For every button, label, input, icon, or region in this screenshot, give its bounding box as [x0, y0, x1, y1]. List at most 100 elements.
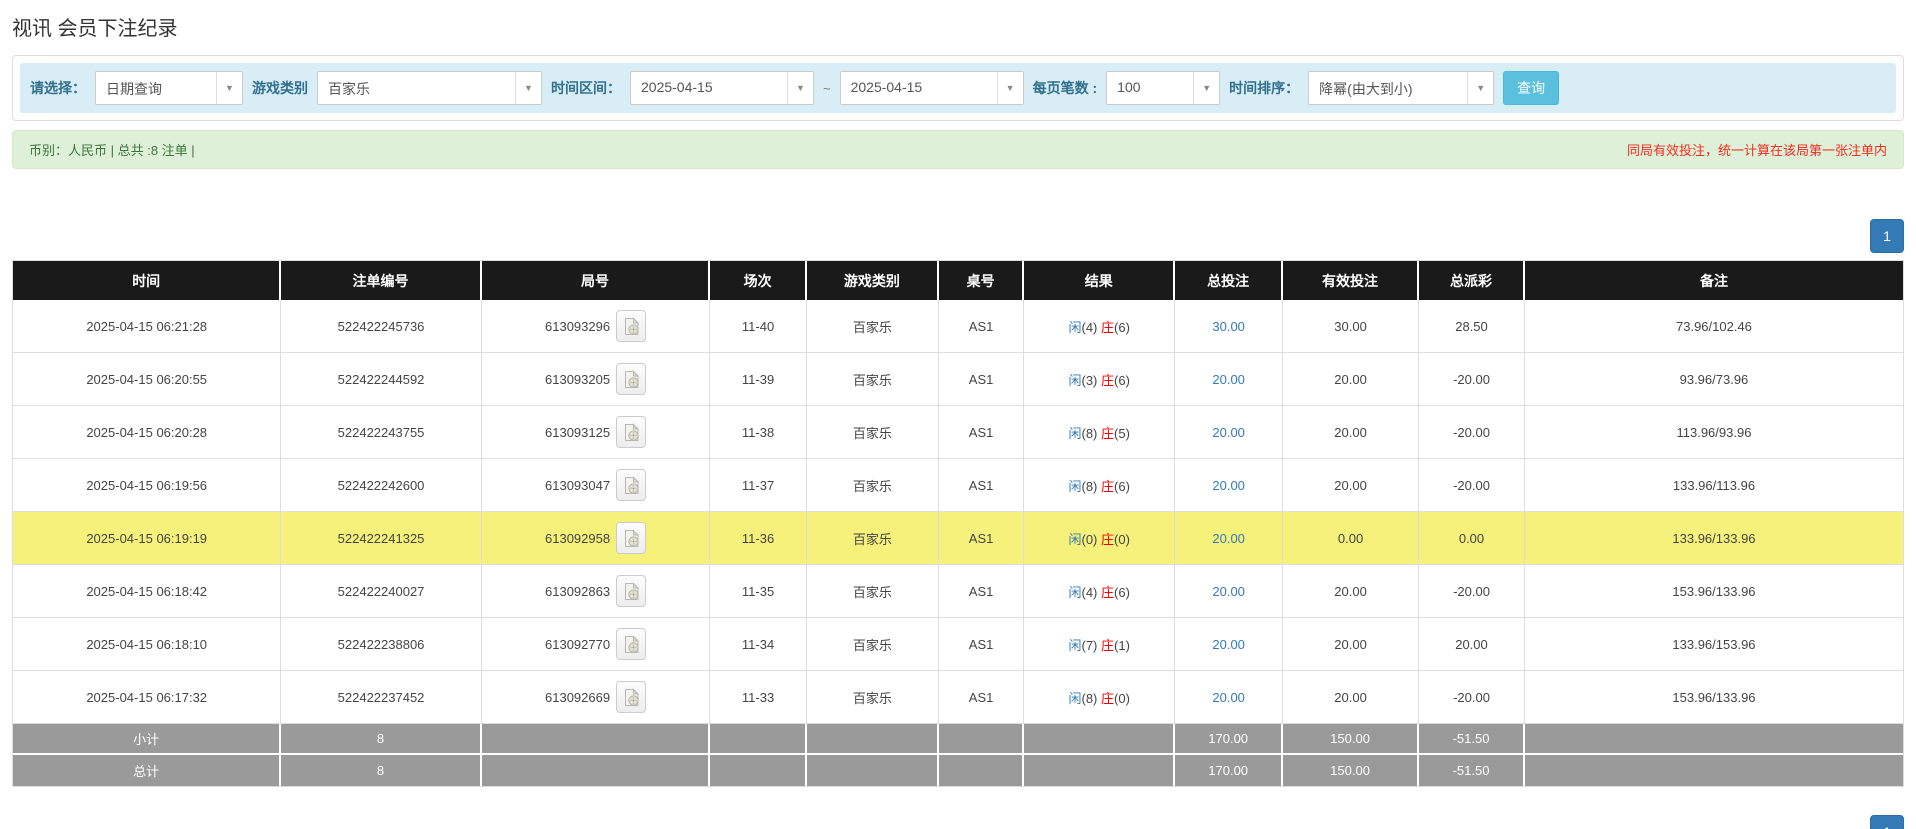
- cell-table-no: AS1: [939, 406, 1024, 459]
- cell-payout: -20.00: [1419, 565, 1525, 618]
- cell-total-bet: 20.00: [1175, 512, 1283, 565]
- cell-bet-id: 522422240027: [281, 565, 481, 618]
- footer-empty-result: [1024, 755, 1175, 786]
- cell-result: 闲(8) 庄(5): [1024, 406, 1175, 459]
- cell-table-no: AS1: [939, 459, 1024, 512]
- cell-game: 百家乐: [807, 512, 939, 565]
- cell-game: 百家乐: [807, 459, 939, 512]
- chevron-down-icon[interactable]: ▼: [997, 72, 1023, 104]
- time-range-label: 时间区间：: [551, 78, 621, 98]
- video-file-icon: [623, 476, 640, 495]
- cell-remark: 153.96/133.96: [1525, 671, 1903, 724]
- sort-order-select[interactable]: 降幂(由大到小) ▼: [1308, 71, 1494, 105]
- cell-result: 闲(4) 庄(6): [1024, 300, 1175, 353]
- round-id-text: 613092863: [545, 584, 610, 599]
- video-file-icon: [623, 370, 640, 389]
- cell-time: 2025-04-15 06:20:55: [13, 353, 281, 406]
- cell-game: 百家乐: [807, 565, 939, 618]
- footer-payout: -51.50: [1419, 755, 1525, 786]
- total-bet-link[interactable]: 20.00: [1212, 478, 1245, 493]
- footer-label: 小计: [13, 724, 281, 755]
- page-1-button[interactable]: 1: [1870, 219, 1904, 253]
- page-1-button-bottom[interactable]: 1: [1870, 815, 1904, 829]
- round-id-text: 613093296: [545, 319, 610, 334]
- total-bet-link[interactable]: 20.00: [1212, 690, 1245, 705]
- total-bet-link[interactable]: 20.00: [1212, 425, 1245, 440]
- cell-result: 闲(7) 庄(1): [1024, 618, 1175, 671]
- column-header: 游戏类别: [807, 261, 939, 300]
- sort-order-value: 降幂(由大到小): [1309, 72, 1467, 104]
- footer-empty-table: [939, 755, 1024, 786]
- video-replay-button[interactable]: [616, 469, 646, 501]
- footer-empty-game: [807, 724, 939, 755]
- cell-bet-id: 522422245736: [281, 300, 481, 353]
- cell-game: 百家乐: [807, 353, 939, 406]
- query-type-select[interactable]: 日期查询 ▼: [95, 71, 243, 105]
- cell-round-id: 613093296: [482, 300, 711, 353]
- cell-session: 11-39: [710, 353, 806, 406]
- result-banker-score: (5): [1114, 426, 1130, 441]
- total-bet-link[interactable]: 20.00: [1212, 584, 1245, 599]
- cell-total-bet: 20.00: [1175, 353, 1283, 406]
- total-bet-link[interactable]: 20.00: [1212, 637, 1245, 652]
- date-from-select[interactable]: 2025-04-15 ▼: [630, 71, 814, 105]
- round-id-group: 613092669: [545, 681, 646, 713]
- cell-remark: 73.96/102.46: [1525, 300, 1903, 353]
- cell-remark: 113.96/93.96: [1525, 406, 1903, 459]
- footer-empty-remark: [1525, 724, 1903, 755]
- chevron-down-icon[interactable]: ▼: [515, 72, 541, 104]
- cell-table-no: AS1: [939, 512, 1024, 565]
- video-replay-button[interactable]: [616, 522, 646, 554]
- video-replay-button[interactable]: [616, 416, 646, 448]
- page-title: 视讯 会员下注纪录: [12, 0, 1904, 55]
- column-header: 结果: [1024, 261, 1175, 300]
- result-banker: 庄: [1101, 373, 1114, 388]
- round-id-group: 613093296: [545, 310, 646, 342]
- query-type-label: 请选择：: [30, 78, 86, 98]
- video-replay-button[interactable]: [616, 363, 646, 395]
- cell-game: 百家乐: [807, 406, 939, 459]
- chevron-down-icon[interactable]: ▼: [216, 72, 242, 104]
- cell-valid-bet: 20.00: [1283, 565, 1419, 618]
- result-banker-score: (6): [1114, 585, 1130, 600]
- column-header: 备注: [1525, 261, 1903, 300]
- sort-order-label: 时间排序：: [1229, 78, 1299, 98]
- chevron-down-icon[interactable]: ▼: [1467, 72, 1493, 104]
- total-bet-link[interactable]: 20.00: [1212, 531, 1245, 546]
- cell-game: 百家乐: [807, 671, 939, 724]
- video-replay-button[interactable]: [616, 681, 646, 713]
- round-id-text: 613093047: [545, 478, 610, 493]
- chevron-down-icon[interactable]: ▼: [1193, 72, 1219, 104]
- summary-totals-text: 币别：人民币 | 总共 :8 注单 |: [29, 140, 195, 159]
- round-id-text: 613092770: [545, 637, 610, 652]
- round-id-text: 613092669: [545, 690, 610, 705]
- video-replay-button[interactable]: [616, 310, 646, 342]
- cell-round-id: 613093047: [482, 459, 711, 512]
- date-to-select[interactable]: 2025-04-15 ▼: [840, 71, 1024, 105]
- cell-round-id: 613092958: [482, 512, 711, 565]
- search-button[interactable]: 查询: [1503, 71, 1559, 105]
- page-size-label: 每页笔数 :: [1033, 78, 1098, 98]
- cell-remark: 133.96/153.96: [1525, 618, 1903, 671]
- cell-session: 11-35: [710, 565, 806, 618]
- video-replay-button[interactable]: [616, 575, 646, 607]
- total-bet-link[interactable]: 20.00: [1212, 372, 1245, 387]
- round-id-group: 613092863: [545, 575, 646, 607]
- game-category-select[interactable]: 百家乐 ▼: [317, 71, 542, 105]
- video-replay-button[interactable]: [616, 628, 646, 660]
- cell-round-id: 613092669: [482, 671, 711, 724]
- footer-count: 8: [281, 755, 481, 786]
- cell-session: 11-38: [710, 406, 806, 459]
- chevron-down-icon[interactable]: ▼: [787, 72, 813, 104]
- table-row: 2025-04-15 06:20:28522422243755613093125…: [13, 406, 1903, 459]
- cell-payout: -20.00: [1419, 671, 1525, 724]
- page-size-select[interactable]: 100 ▼: [1106, 71, 1220, 105]
- cell-result: 闲(4) 庄(6): [1024, 565, 1175, 618]
- video-file-icon: [623, 423, 640, 442]
- video-file-icon: [623, 635, 640, 654]
- cell-game: 百家乐: [807, 618, 939, 671]
- footer-empty-game: [807, 755, 939, 786]
- video-file-icon: [623, 688, 640, 707]
- total-bet-link[interactable]: 30.00: [1212, 319, 1245, 334]
- footer-empty-result: [1024, 724, 1175, 755]
